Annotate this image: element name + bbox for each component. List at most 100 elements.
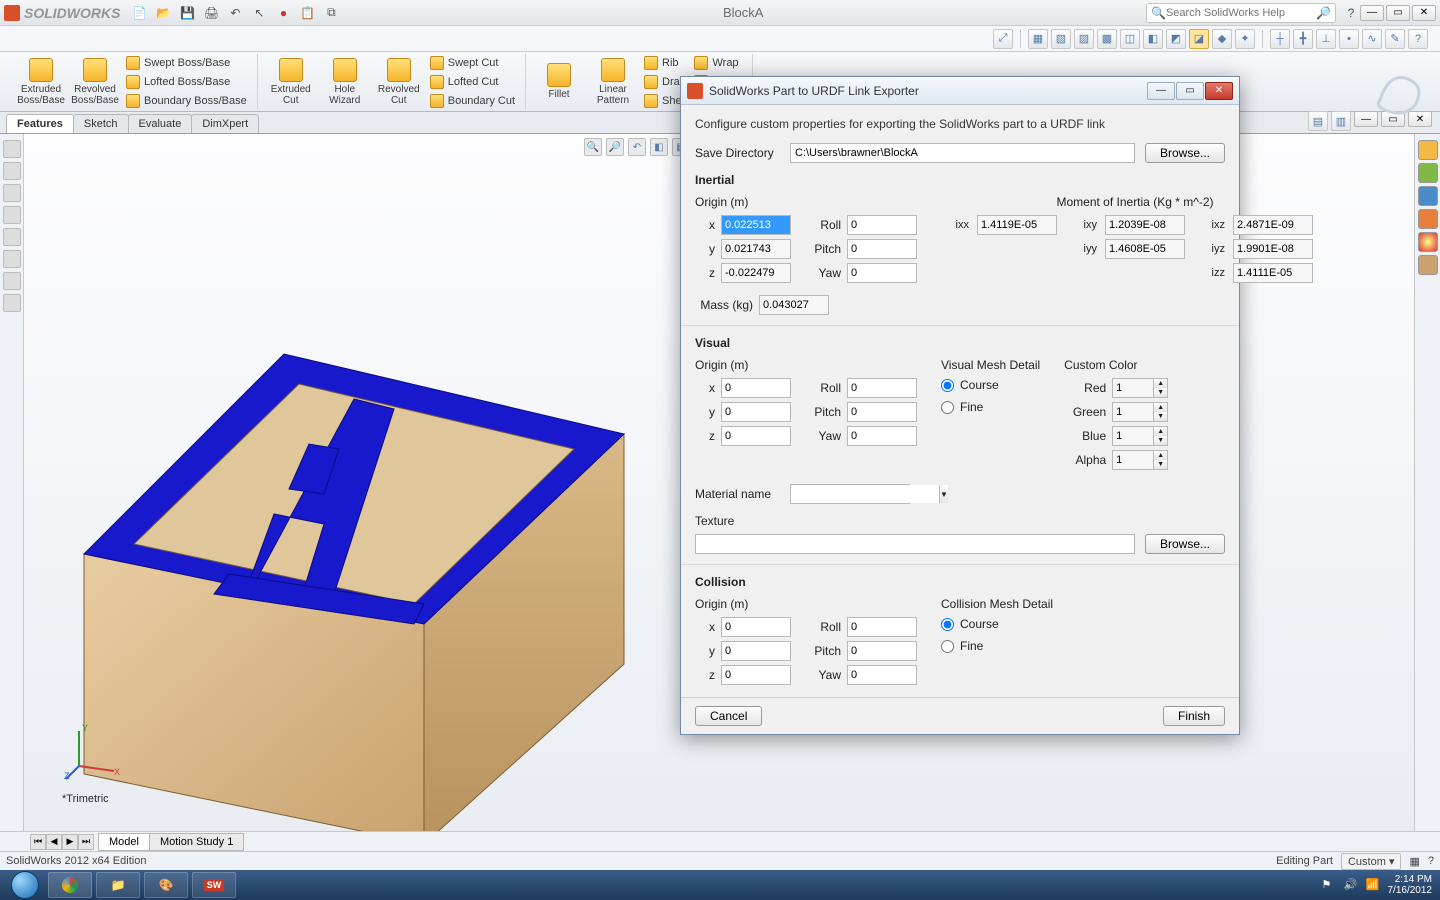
- ixz-input[interactable]: [1233, 215, 1313, 235]
- collision-roll-input[interactable]: [847, 617, 917, 637]
- lpal-8[interactable]: [3, 294, 21, 312]
- lpal-5[interactable]: [3, 228, 21, 246]
- collision-y-input[interactable]: [721, 641, 791, 661]
- tab-next[interactable]: ▶: [62, 834, 78, 850]
- view-csys-icon[interactable]: ⊥: [1316, 29, 1336, 49]
- tray-flag-icon[interactable]: ⚑: [1322, 878, 1336, 892]
- tab-evaluate[interactable]: Evaluate: [128, 114, 193, 133]
- collision-course-radio[interactable]: [941, 618, 954, 631]
- browse-save-button[interactable]: Browse...: [1145, 143, 1225, 163]
- alpha-spinner[interactable]: ▲▼: [1112, 450, 1168, 470]
- view-shadededge-icon[interactable]: ◫: [1120, 29, 1140, 49]
- view-plane-icon[interactable]: ┼: [1270, 29, 1290, 49]
- view-orient-icon[interactable]: ⤢: [993, 29, 1013, 49]
- view-pt-icon[interactable]: •: [1339, 29, 1359, 49]
- collision-fine-radio[interactable]: [941, 640, 954, 653]
- inertial-pitch-input[interactable]: [847, 239, 917, 259]
- open-icon[interactable]: 📂: [154, 4, 172, 22]
- section-icon[interactable]: ◧: [650, 138, 668, 156]
- hole-wizard-button[interactable]: Hole Wizard: [318, 58, 372, 106]
- collision-x-input[interactable]: [721, 617, 791, 637]
- view-curve-icon[interactable]: ∿: [1362, 29, 1382, 49]
- collision-z-input[interactable]: [721, 665, 791, 685]
- iyy-input[interactable]: [1105, 239, 1185, 259]
- lofted-boss-button[interactable]: Lofted Boss/Base: [126, 73, 247, 90]
- status-ico2[interactable]: ?: [1428, 855, 1434, 867]
- panel-ico1[interactable]: ▤: [1308, 111, 1328, 131]
- boundary-cut-button[interactable]: Boundary Cut: [430, 92, 515, 109]
- taskpane-appearance-icon[interactable]: [1418, 232, 1438, 252]
- panel-ico2[interactable]: ▥: [1331, 111, 1351, 131]
- view-realview-icon[interactable]: ◆: [1212, 29, 1232, 49]
- swept-cut-button[interactable]: Swept Cut: [430, 54, 515, 71]
- dialog-maximize-button[interactable]: ▭: [1176, 82, 1204, 100]
- inertial-roll-input[interactable]: [847, 215, 917, 235]
- status-units-button[interactable]: Custom ▾: [1341, 853, 1401, 870]
- zoom-fit-icon[interactable]: 🔍: [584, 138, 602, 156]
- fillet-button[interactable]: Fillet: [532, 63, 586, 100]
- ixx-input[interactable]: [977, 215, 1057, 235]
- view-wire-icon[interactable]: ▦: [1028, 29, 1048, 49]
- linear-pattern-button[interactable]: Linear Pattern: [586, 58, 640, 106]
- view-axis-icon[interactable]: ╋: [1293, 29, 1313, 49]
- blue-spinner[interactable]: ▲▼: [1112, 426, 1168, 446]
- red-spinner[interactable]: ▲▼: [1112, 378, 1168, 398]
- taskbar-chrome[interactable]: [48, 872, 92, 898]
- visual-pitch-input[interactable]: [847, 402, 917, 422]
- visual-fine-radio[interactable]: [941, 401, 954, 414]
- tab-sketch[interactable]: Sketch: [73, 114, 129, 133]
- view-help-icon[interactable]: ?: [1408, 29, 1428, 49]
- view-shadow-icon[interactable]: ◪: [1189, 29, 1209, 49]
- inertial-yaw-input[interactable]: [847, 263, 917, 283]
- taskpane-lib-icon[interactable]: [1418, 163, 1438, 183]
- search-input[interactable]: [1166, 7, 1316, 19]
- view-section-icon[interactable]: ◧: [1143, 29, 1163, 49]
- prop-icon[interactable]: ⧉: [322, 4, 340, 22]
- lpal-6[interactable]: [3, 250, 21, 268]
- lpal-4[interactable]: [3, 206, 21, 224]
- visual-z-input[interactable]: [721, 426, 791, 446]
- mass-input[interactable]: [759, 295, 829, 315]
- dialog-titlebar[interactable]: SolidWorks Part to URDF Link Exporter — …: [681, 77, 1239, 105]
- tray-vol-icon[interactable]: 📶: [1366, 878, 1380, 892]
- lpal-3[interactable]: [3, 184, 21, 202]
- tab-last[interactable]: ⏭: [78, 834, 94, 850]
- undo-icon[interactable]: ↶: [226, 4, 244, 22]
- view-sketch-icon[interactable]: ✎: [1385, 29, 1405, 49]
- izz-input[interactable]: [1233, 263, 1313, 283]
- visual-course-radio[interactable]: [941, 379, 954, 392]
- visual-yaw-input[interactable]: [847, 426, 917, 446]
- visual-roll-input[interactable]: [847, 378, 917, 398]
- revolved-boss-button[interactable]: Revolved Boss/Base: [68, 58, 122, 106]
- save-icon[interactable]: 💾: [178, 4, 196, 22]
- print-icon[interactable]: 🖨: [202, 4, 220, 22]
- select-icon[interactable]: ↖: [250, 4, 268, 22]
- taskpane-view-icon[interactable]: [1418, 209, 1438, 229]
- taskpane-home-icon[interactable]: [1418, 140, 1438, 160]
- dialog-close-button[interactable]: ✕: [1205, 82, 1233, 100]
- view-hlr-icon[interactable]: ▨: [1074, 29, 1094, 49]
- inertial-x-input[interactable]: [721, 215, 791, 235]
- options-icon[interactable]: 📋: [298, 4, 316, 22]
- material-combo[interactable]: ▼: [790, 484, 910, 504]
- boundary-boss-button[interactable]: Boundary Boss/Base: [126, 92, 247, 109]
- iyz-input[interactable]: [1233, 239, 1313, 259]
- tab-prev[interactable]: ◀: [46, 834, 62, 850]
- view-amb-icon[interactable]: ✦: [1235, 29, 1255, 49]
- revolved-cut-button[interactable]: Revolved Cut: [372, 58, 426, 106]
- ixy-input[interactable]: [1105, 215, 1185, 235]
- taskbar-solidworks[interactable]: SW: [192, 872, 236, 898]
- inertial-y-input[interactable]: [721, 239, 791, 259]
- dialog-minimize-button[interactable]: —: [1147, 82, 1175, 100]
- visual-y-input[interactable]: [721, 402, 791, 422]
- taskpane-prop-icon[interactable]: [1418, 255, 1438, 275]
- lofted-cut-button[interactable]: Lofted Cut: [430, 73, 515, 90]
- view-hidden-icon[interactable]: ▧: [1051, 29, 1071, 49]
- wrap-button[interactable]: Wrap: [694, 54, 741, 71]
- help-search[interactable]: 🔍 🔎: [1146, 3, 1336, 23]
- minimize-button[interactable]: —: [1360, 5, 1384, 21]
- taskbar-explorer[interactable]: 📁: [96, 872, 140, 898]
- tab-dimxpert[interactable]: DimXpert: [191, 114, 259, 133]
- rebuild-icon[interactable]: ●: [274, 4, 292, 22]
- collision-yaw-input[interactable]: [847, 665, 917, 685]
